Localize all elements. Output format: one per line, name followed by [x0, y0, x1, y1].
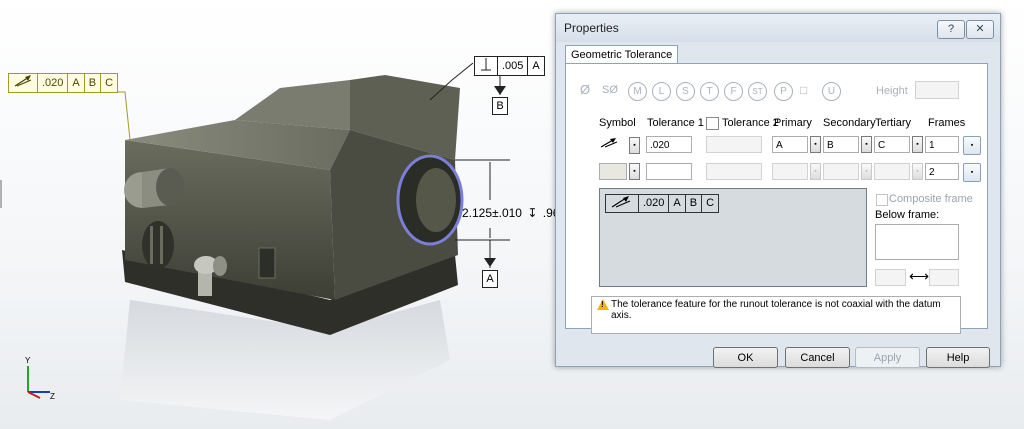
- model-viewport[interactable]: .020 A B C .005 A B 2.125±.010 ↧ .960 A …: [0, 0, 566, 429]
- perpendicularity-fcf[interactable]: .005 A: [474, 56, 545, 76]
- fcf-tolerance: .020: [38, 74, 69, 92]
- primary-header: Primary: [774, 117, 812, 129]
- datum-a-triangle: [484, 258, 496, 267]
- preview-datum: A: [669, 195, 686, 212]
- symbol-dropdown-1[interactable]: ▪: [629, 137, 640, 154]
- frame-number-2[interactable]: 2: [925, 163, 959, 180]
- dimension-text[interactable]: 2.125±.010 ↧ .960: [462, 206, 566, 220]
- properties-dialog: Properties ? ✕ Geometric Tolerance Ø SØ …: [555, 13, 1001, 368]
- preview-tolerance: .020: [639, 195, 670, 212]
- frames-header: Frames: [928, 117, 966, 129]
- tertiary-header: Tertiary: [875, 117, 912, 129]
- apply-button[interactable]: Apply: [855, 347, 920, 368]
- tolerance1-input-1[interactable]: .020: [646, 136, 692, 153]
- tertiary-dropdown-1[interactable]: ▪: [912, 136, 923, 153]
- composite-frame-label: Composite frame: [889, 193, 973, 205]
- below-frame-box[interactable]: [875, 224, 959, 260]
- primary-dropdown-2[interactable]: ▪: [810, 163, 821, 180]
- perpendicularity-icon: [475, 57, 498, 75]
- triad-y-label: Y: [25, 356, 31, 365]
- fcf-datum: B: [85, 74, 102, 92]
- symbol-dropdown-2[interactable]: ▪: [629, 163, 640, 180]
- free-state-modifier[interactable]: F: [724, 82, 743, 101]
- frame-number-1[interactable]: 1: [925, 136, 959, 153]
- primary-input-1[interactable]: A: [772, 136, 808, 153]
- square-modifier[interactable]: □: [800, 83, 807, 97]
- tolerance1-header: Tolerance 1: [647, 117, 704, 129]
- help-icon[interactable]: ?: [937, 20, 965, 39]
- tolerance2-header: Tolerance 2: [722, 117, 779, 129]
- fcf-tolerance: .005: [498, 57, 529, 75]
- mmc-modifier[interactable]: M: [628, 82, 647, 101]
- datum-a-label[interactable]: A: [482, 270, 498, 288]
- below-frame-left-input[interactable]: [875, 269, 906, 286]
- preview-fcf: .020 A B C: [605, 194, 720, 213]
- fcf-datum: A: [68, 74, 85, 92]
- dialog-title: Properties: [556, 14, 1000, 42]
- dimension-value: 2.125±.010: [462, 206, 522, 220]
- tolerance2-checkbox[interactable]: [706, 117, 719, 130]
- diameter-modifier[interactable]: Ø: [580, 82, 590, 97]
- tertiary-input-1[interactable]: C: [874, 136, 910, 153]
- primary-dropdown-1[interactable]: ▪: [810, 136, 821, 153]
- tolerance2-input-2[interactable]: [706, 163, 762, 180]
- symbol-select-2[interactable]: [599, 163, 627, 180]
- frame-spin-button-2[interactable]: ▪: [963, 163, 981, 182]
- axis-triad: Y Z: [20, 356, 60, 401]
- warning-box: ! The tolerance feature for the runout t…: [591, 296, 961, 334]
- double-arrow-icon: ⟷: [909, 268, 930, 284]
- preview-datum: C: [706, 197, 715, 209]
- tangent-modifier[interactable]: T: [700, 82, 719, 101]
- spherical-diameter-modifier[interactable]: SØ: [602, 84, 618, 96]
- statistical-modifier[interactable]: ST: [748, 82, 767, 101]
- help-button[interactable]: Help: [926, 347, 990, 368]
- cancel-button[interactable]: Cancel: [785, 347, 850, 368]
- runout-fcf[interactable]: .020 A B C: [8, 73, 119, 93]
- below-frame-right-input[interactable]: [929, 269, 959, 286]
- tab-panel: Ø SØ M L S T F ST P □ U Height Symbol To…: [565, 63, 988, 334]
- symbol-select-1[interactable]: [599, 136, 627, 153]
- below-frame-label: Below frame:: [875, 209, 940, 221]
- height-label: Height: [876, 85, 908, 97]
- viewport-edge-tick: [0, 180, 2, 208]
- secondary-header: Secondary: [823, 117, 876, 129]
- close-icon[interactable]: ✕: [966, 20, 994, 39]
- tolerance2-input-1[interactable]: [706, 136, 762, 153]
- runout-icon: [606, 195, 639, 212]
- frame-spin-button-1[interactable]: ▪: [963, 136, 981, 155]
- secondary-input-1[interactable]: B: [823, 136, 859, 153]
- secondary-dropdown-1[interactable]: ▪: [861, 136, 872, 153]
- datum-b-triangle: [494, 86, 506, 95]
- tertiary-dropdown-2[interactable]: ▪: [912, 163, 923, 180]
- runout-icon: [9, 74, 38, 92]
- triad-z-label: Z: [50, 392, 55, 401]
- fcf-preview: .020 A B C: [599, 188, 867, 287]
- unequal-modifier[interactable]: U: [822, 82, 841, 101]
- fcf-datum: C: [105, 77, 114, 89]
- tertiary-input-2[interactable]: [874, 163, 910, 180]
- fcf-datum: A: [532, 60, 540, 72]
- preview-datum: B: [686, 195, 703, 212]
- warning-exclaim: !: [601, 300, 604, 309]
- projected-modifier[interactable]: P: [774, 82, 793, 101]
- primary-input-2[interactable]: [772, 163, 808, 180]
- depth-icon: ↧: [527, 206, 538, 220]
- datum-b-label[interactable]: B: [492, 97, 508, 115]
- warning-text: The tolerance feature for the runout tol…: [611, 299, 941, 321]
- tab-geometric-tolerance[interactable]: Geometric Tolerance: [565, 45, 679, 64]
- rfs-modifier[interactable]: S: [676, 82, 695, 101]
- secondary-dropdown-2[interactable]: ▪: [861, 163, 872, 180]
- secondary-input-2[interactable]: [823, 163, 859, 180]
- composite-frame-checkbox[interactable]: [876, 194, 888, 206]
- lmc-modifier[interactable]: L: [652, 82, 671, 101]
- ok-button[interactable]: OK: [713, 347, 778, 368]
- tolerance1-input-2[interactable]: [646, 163, 692, 180]
- symbol-header: Symbol: [599, 117, 636, 129]
- height-input[interactable]: [915, 81, 959, 99]
